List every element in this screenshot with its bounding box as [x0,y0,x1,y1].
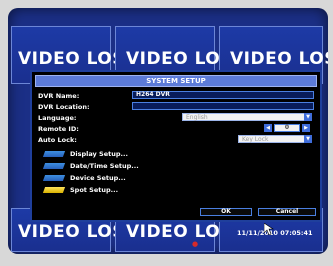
auto-lock-value: Key Lock [242,136,269,143]
menu-item-label: Spot Setup... [70,186,119,194]
cancel-button[interactable]: Cancel [258,208,316,216]
menu-item-device-setup[interactable]: Device Setup... [42,174,164,183]
dialog-title: SYSTEM SETUP [35,75,317,87]
chevron-down-icon[interactable]: ▼ [304,135,312,143]
chevron-down-icon[interactable]: ▼ [304,113,312,121]
dvr-screen: VIDEO LOSS VIDEO LOSS VIDEO LOSS VIDEO L… [8,8,328,254]
language-value: English [186,114,208,121]
language-label: Language: [38,114,77,122]
remote-id-field[interactable]: 0 [274,124,300,132]
remote-id-label: Remote ID: [38,125,79,133]
display-setup-icon [42,151,66,157]
menu-item-spot-setup[interactable]: Spot Setup... [42,186,164,195]
ok-button[interactable]: OK [200,208,252,216]
dvr-name-field[interactable]: H264 DVR [132,91,314,99]
spot-setup-icon [42,187,66,193]
device-setup-icon [42,175,66,181]
date-time-setup-icon [42,163,66,169]
language-select[interactable]: English ▼ [182,113,312,121]
menu-item-date-time-setup[interactable]: Date/Time Setup... [42,162,164,171]
auto-lock-select[interactable]: Key Lock ▼ [238,135,312,143]
datetime-display: 11/11/2010 07:05:41 [237,229,313,237]
dvr-location-field[interactable] [132,102,314,110]
dvr-location-label: DVR Location: [38,103,90,111]
auto-lock-label: Auto Lock: [38,136,77,144]
menu-item-label: Date/Time Setup... [70,162,139,170]
system-setup-dialog: SYSTEM SETUP DVR Name: H264 DVR DVR Loca… [30,70,322,222]
increment-icon[interactable]: ▶ [302,124,310,132]
menu-item-label: Device Setup... [70,174,126,182]
mouse-cursor-icon [264,223,274,235]
video-loss-label: VIDEO LOSS [230,49,328,69]
dvr-name-label: DVR Name: [38,92,80,100]
menu-item-display-setup[interactable]: Display Setup... [42,150,164,159]
decrement-icon[interactable]: ◀ [264,124,272,132]
brand-logo-icon: ● [192,240,199,248]
menu-item-label: Display Setup... [70,150,128,158]
